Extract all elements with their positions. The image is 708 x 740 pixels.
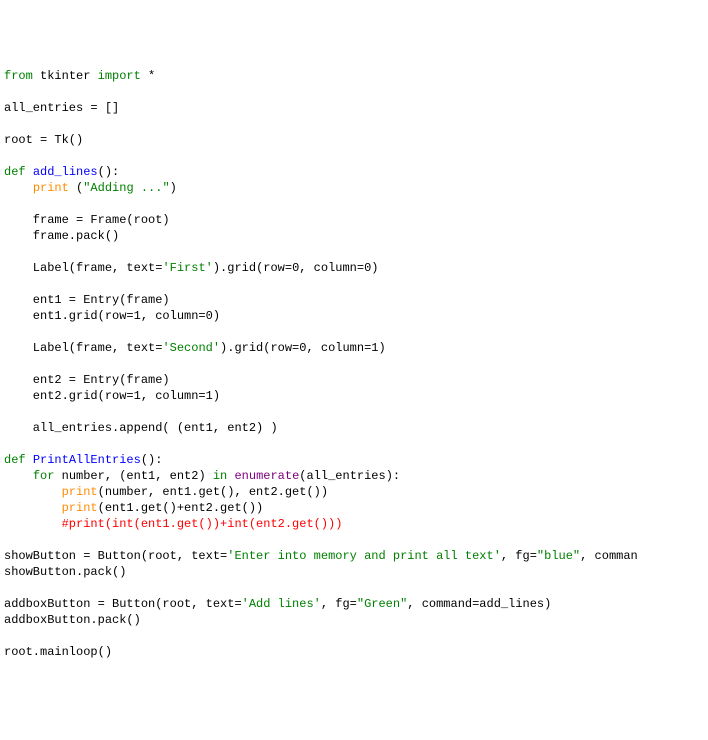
- code-token: [26, 165, 33, 179]
- code-token: , fg=: [501, 549, 537, 563]
- code-token: in: [213, 469, 227, 483]
- code-token: Label(frame, text=: [4, 341, 162, 355]
- code-token: number, (ent1, ent2): [54, 469, 212, 483]
- code-token: print: [33, 181, 69, 195]
- code-token: , command=add_lines): [407, 597, 551, 611]
- code-token: 'Enter into memory and print all text': [227, 549, 501, 563]
- code-token: addboxButton.pack(): [4, 613, 141, 627]
- code-token: (number, ent1.get(), ent2.get()): [98, 485, 328, 499]
- code-token: "Green": [357, 597, 407, 611]
- code-token: "Adding ...": [83, 181, 169, 195]
- code-token: , comman: [580, 549, 638, 563]
- code-token: 'First': [162, 261, 212, 275]
- code-token: (all_entries):: [299, 469, 400, 483]
- code-token: (ent1.get()+ent2.get()): [98, 501, 264, 515]
- code-token: *: [141, 69, 155, 83]
- code-token: showButton = Button(root, text=: [4, 549, 227, 563]
- code-token: ent1 = Entry(frame): [4, 293, 170, 307]
- code-token: addboxButton = Button(root, text=: [4, 597, 242, 611]
- code-token: 'Add lines': [242, 597, 321, 611]
- code-token: root.mainloop(): [4, 645, 112, 659]
- code-token: ent1.grid(row=1, column=0): [4, 309, 220, 323]
- code-token: (: [69, 181, 83, 195]
- code-token: all_entries = []: [4, 101, 119, 115]
- code-token: [26, 453, 33, 467]
- code-block: from tkinter import * all_entries = [] r…: [4, 68, 704, 660]
- code-token: enumerate: [234, 469, 299, 483]
- code-token: for: [33, 469, 55, 483]
- code-token: , fg=: [321, 597, 357, 611]
- code-token: [4, 517, 62, 531]
- code-token: #print(int(ent1.get())+int(ent2.get())): [62, 517, 343, 531]
- code-token: showButton.pack(): [4, 565, 126, 579]
- code-token: 'Second': [162, 341, 220, 355]
- code-token: [4, 485, 62, 499]
- code-token: [4, 469, 33, 483]
- code-token: from: [4, 69, 33, 83]
- code-token: def: [4, 165, 26, 179]
- code-token: print: [62, 485, 98, 499]
- code-token: frame.pack(): [4, 229, 119, 243]
- code-token: ent2.grid(row=1, column=1): [4, 389, 220, 403]
- code-token: tkinter: [33, 69, 98, 83]
- code-token: ():: [141, 453, 163, 467]
- code-token: import: [98, 69, 141, 83]
- code-token: [4, 501, 62, 515]
- code-token: add_lines: [33, 165, 98, 179]
- code-token: PrintAllEntries: [33, 453, 141, 467]
- code-token: ).grid(row=0, column=0): [213, 261, 379, 275]
- code-token: Label(frame, text=: [4, 261, 162, 275]
- code-token: def: [4, 453, 26, 467]
- code-token: "blue": [537, 549, 580, 563]
- code-token: ent2 = Entry(frame): [4, 373, 170, 387]
- code-token: ).grid(row=0, column=1): [220, 341, 386, 355]
- code-token: root = Tk(): [4, 133, 83, 147]
- code-token: ():: [98, 165, 120, 179]
- code-token: [4, 181, 33, 195]
- code-token: print: [62, 501, 98, 515]
- code-token: frame = Frame(root): [4, 213, 170, 227]
- code-token: ): [170, 181, 177, 195]
- code-token: all_entries.append( (ent1, ent2) ): [4, 421, 278, 435]
